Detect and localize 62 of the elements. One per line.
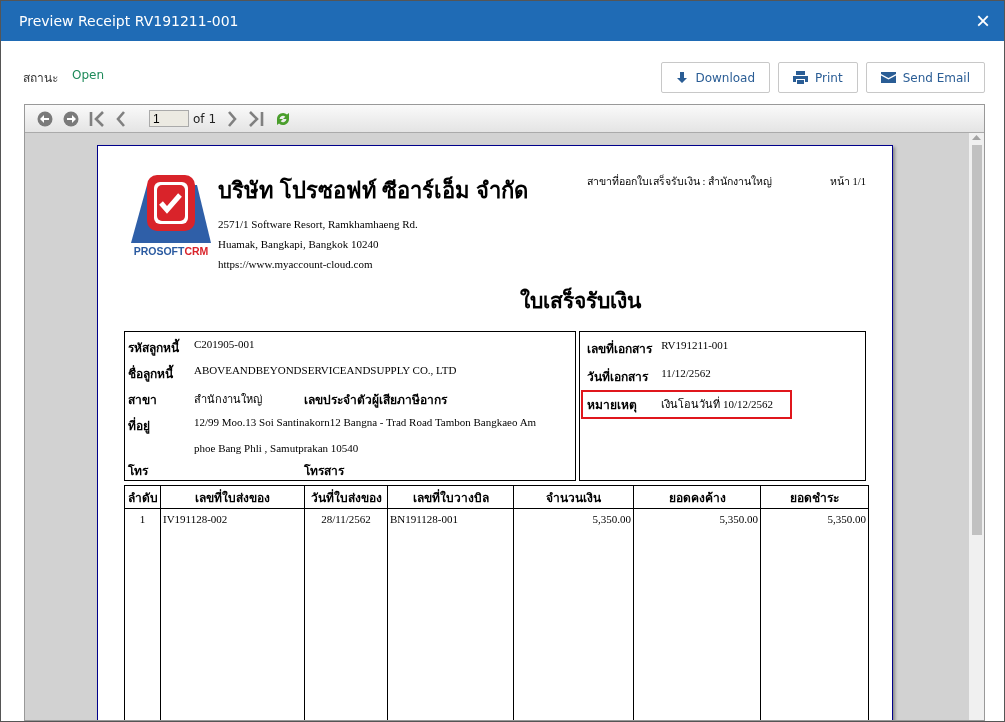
field-value: 12/99 Moo.13 Soi Santinakorn12 Bangna - Trad Road Tambon Bangkaeo Am [194,416,538,430]
printer-icon [793,71,809,84]
field-value: 11/12/2562 [661,367,712,381]
previous-page-icon[interactable] [115,109,127,128]
table-cell: 5,350.00 [760,508,869,720]
email-button[interactable]: Send Email [865,62,985,93]
company-address: 2571/1 Software Resort, Ramkhamhaeng Rd. [218,217,419,232]
column-header: ยอดคงค้าง [633,485,761,509]
table-cell: 28/11/2562 [304,508,388,720]
next-page-icon[interactable] [226,109,238,128]
field-label: รหัสลูกหนี้ [128,338,194,357]
company-address: Huamak, Bangkapi, Bangkok 10240 [218,237,380,252]
table-cell: IV191128-002 [160,508,305,720]
field-label: ชื่อลูกหนี้ [128,364,194,383]
scrollbar[interactable] [969,133,984,720]
back-icon[interactable] [37,110,53,127]
status-value: Open [72,68,105,84]
field-label: โทรสาร [304,463,346,480]
logo-icon [129,173,213,245]
scroll-up-icon[interactable] [972,133,981,143]
first-page-icon[interactable] [89,109,105,128]
document-title: ใบเสร็จรับเงิน [518,286,642,315]
table-cell: 5,350.00 [513,508,634,720]
issuing-branch: สาขาที่ออกใบเสร็จรับเงิน : สำนักงานใหญ่ [586,173,772,190]
download-icon [676,71,689,84]
company-website: https://www.myaccount-cloud.com [218,257,374,272]
page-field[interactable]: 1 [149,110,189,127]
field-value: สำนักงานใหญ่ [194,392,263,408]
logo-text: PROSOFTCRM [133,245,209,257]
status-label: สถานะ [23,70,58,87]
close-button[interactable]: × [976,9,990,33]
column-header: เลขที่ใบส่งของ [160,485,305,509]
field-label: สาขา [128,392,158,409]
column-header: ยอดชำระ [760,485,869,509]
field-value: RV191211-001 [661,339,730,353]
table-cell: 5,350.00 [633,508,761,720]
page-number: หน้า 1/1 [829,175,866,189]
scrollbar-thumb[interactable] [971,145,982,535]
field-value: ABOVEANDBEYONDSERVICEANDSUPPLY CO., LTD [194,364,458,378]
forward-icon[interactable] [63,110,79,127]
field-label: หมายเหตุ [587,397,639,414]
page-total: of 1 [193,111,216,126]
field-value: C201905-001 [194,338,256,352]
field-label: ที่อยู่ [128,416,151,435]
download-button[interactable]: Download [661,62,771,93]
column-header: จำนวนเงิน [513,485,634,509]
company-name: บริษัท โปรซอฟท์ ซีอาร์เอ็ม จำกัด [218,175,529,205]
column-header: วันที่ใบส่งของ [304,485,388,509]
field-label: เลขที่เอกสาร [587,339,654,358]
field-label: เลขประจำตัวผู้เสียภาษีอากร [304,392,449,409]
column-header: ลำดับ [124,485,161,509]
window-title: Preview Receipt RV191211-001 [19,13,239,29]
field-value: phoe Bang Phli , Samutprakan 10540 [194,442,360,454]
print-button[interactable]: Print [778,62,858,93]
table-cell: 1 [124,508,161,720]
table-cell: BN191128-001 [387,508,514,720]
field-value: เงินโอนวันที่ 10/12/2562 [661,395,775,412]
column-header: เลขที่ใบวางบิล [387,485,514,509]
last-page-icon[interactable] [248,109,264,128]
envelope-icon [880,72,896,83]
field-label: โทร [128,463,150,480]
field-label: วันที่เอกสาร [587,367,650,386]
